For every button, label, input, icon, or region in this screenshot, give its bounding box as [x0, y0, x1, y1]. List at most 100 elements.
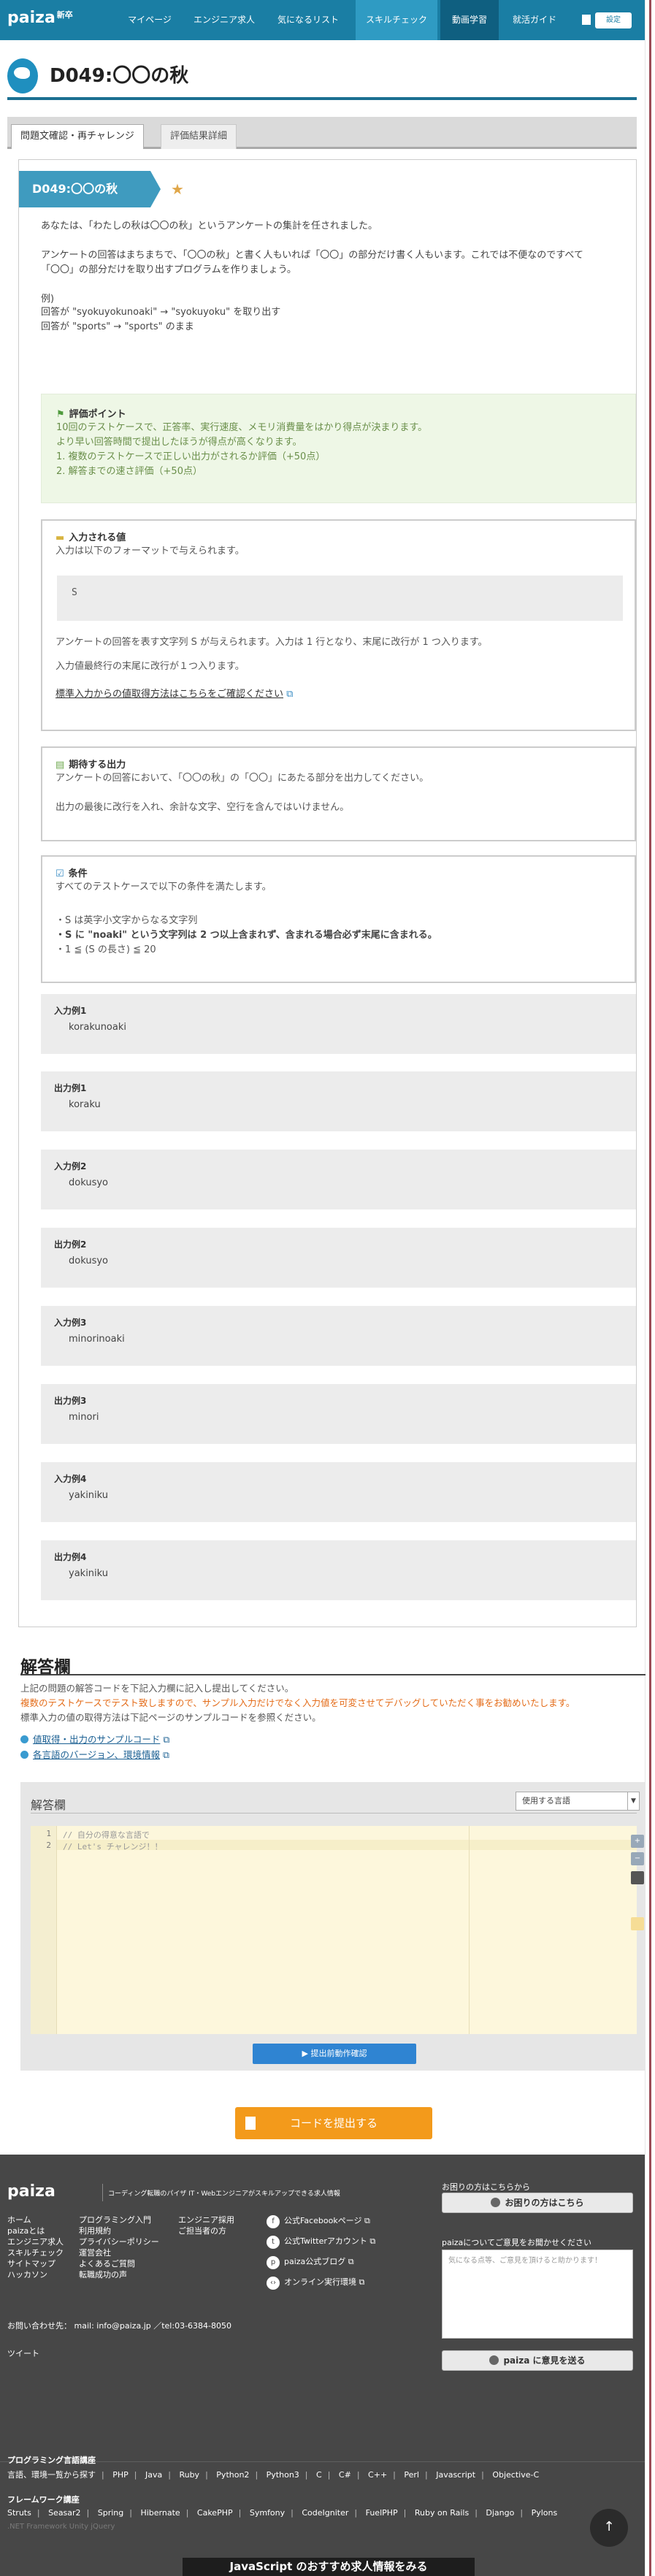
footer-lang-link[interactable]: Python2 — [216, 2470, 249, 2480]
footer-link[interactable]: 運営会社 — [79, 2247, 159, 2258]
code-icon: ‹› — [267, 2277, 280, 2290]
blog-link[interactable]: p paiza公式ブログ ⧉ — [267, 2255, 354, 2269]
stdin-help-link[interactable]: 標準入力からの値取得方法はこちらをご確認ください ⧉ — [55, 687, 293, 702]
footer-fw-link[interactable]: CakePHP — [197, 2508, 233, 2518]
play-icon: ▶ — [302, 2049, 311, 2058]
nav-guide[interactable]: 就活ガイド — [502, 0, 567, 40]
nav-video[interactable]: 動画学習 — [440, 0, 499, 40]
output-doc-icon: ▤ — [55, 760, 65, 771]
twitter-link[interactable]: t 公式Twitterアカウント ⧉ — [267, 2235, 375, 2249]
favorite-star-icon[interactable]: ★ — [171, 180, 184, 198]
help-button[interactable]: お困りの方はこちら — [442, 2193, 633, 2213]
input-title: 入力される値 — [69, 532, 126, 543]
problem-panel: D049:〇〇の秋 ★ あなたは、「わたしの秋は〇〇の秋」というアンケートの集計… — [18, 159, 637, 1627]
footer-fw-link[interactable]: Seasar2 — [48, 2508, 80, 2518]
sample-box: 出力例4 yakiniku — [41, 1540, 636, 1600]
footer-link[interactable]: ハッカソン — [7, 2269, 64, 2280]
footer-lang-link[interactable]: C++ — [368, 2470, 387, 2480]
theme-icon[interactable] — [631, 1871, 644, 1884]
tweet-button[interactable]: ツイート — [7, 2347, 39, 2359]
footer-lang-link[interactable]: Ruby — [179, 2470, 199, 2480]
nav-watchlist[interactable]: 気になるリスト — [266, 0, 351, 40]
framework-links: Struts | Seasar2 | Spring | Hibernate | Cake… — [7, 2508, 558, 2518]
sample-value: minorinoaki — [69, 1334, 125, 1345]
footer-fw-link[interactable]: Hibernate — [140, 2508, 180, 2518]
footer-link[interactable]: paizaとは — [7, 2225, 64, 2236]
nav-mypage[interactable]: マイページ — [117, 0, 183, 40]
sample-value: dokusyo — [69, 1177, 108, 1188]
online-env-link[interactable]: ‹› オンライン実行環境 ⧉ — [267, 2276, 364, 2290]
footer-lang-link[interactable]: 言語、環境一覧から探す — [7, 2470, 96, 2480]
submit-code-button[interactable]: コードを提出する — [235, 2107, 432, 2139]
sample-label: 入力例3 — [54, 1318, 87, 1328]
footer-fw-link[interactable]: FuelPHP — [366, 2508, 398, 2518]
zoom-in-icon[interactable]: + — [631, 1835, 644, 1848]
footer-link[interactable]: プログラミング入門 — [79, 2214, 159, 2225]
footer-fw-link[interactable]: Struts — [7, 2508, 31, 2518]
eval-line-1: 10回のテストケースで、正答率、実行速度、メモリ消費量をはかり得点が決まります。 — [56, 422, 428, 433]
cond-line-1: すべてのテストケースで以下の条件を満たします。 — [55, 882, 272, 893]
footer-link[interactable]: スキルチェック — [7, 2247, 64, 2258]
footer-fw-link[interactable]: Symfony — [250, 2508, 285, 2518]
cond-line-4: ・1 ≦ (S の長さ) ≦ 20 — [55, 944, 156, 955]
footer-fw-link[interactable]: Ruby on Rails — [415, 2508, 469, 2518]
code-editor[interactable]: 1 2 // 自分の得意な言語で // Let's チャレンジ！！ — [31, 1826, 637, 2034]
send-feedback-button[interactable]: paiza に意見を送る — [442, 2350, 633, 2371]
footer-fw-link[interactable]: Spring — [98, 2508, 124, 2518]
footer-link[interactable]: プライバシーポリシー — [79, 2236, 159, 2247]
nav-engineer-jobs[interactable]: エンジニア求人 — [184, 0, 264, 40]
expand-icon[interactable] — [631, 1917, 644, 1930]
footer-link[interactable]: ホーム — [7, 2214, 64, 2225]
tab-eval-result[interactable]: 評価結果詳細 — [161, 124, 237, 149]
code-line: // 自分の得意な言語で — [63, 1830, 150, 1840]
online-env-label: オンライン実行環境 — [284, 2277, 356, 2287]
footer-fw-link[interactable]: Django — [486, 2508, 514, 2518]
footer-link[interactable]: 利用規約 — [79, 2225, 159, 2236]
footer-link[interactable]: よくあるご質問 — [79, 2258, 159, 2269]
editor-panel: 解答欄 使用する言語 ▼ 1 2 // 自分の得意な言語で // Let's チャ… — [20, 1782, 645, 2071]
nav-skillcheck[interactable]: スキルチェック — [356, 0, 437, 40]
blog-icon: p — [267, 2256, 280, 2269]
footer-link[interactable]: 転職成功の声 — [79, 2269, 159, 2280]
tab-bar: 問題文確認・再チャレンジ 評価結果詳細 — [7, 117, 637, 149]
problem-desc-2: 「〇〇」の部分だけを取り出すプログラムを作りましょう。 — [41, 264, 296, 275]
sample-label: 出力例3 — [54, 1396, 87, 1406]
footer-link[interactable]: エンジニア求人 — [7, 2236, 64, 2247]
feedback-textarea[interactable]: 気になる点等、ご意見を頂けると助かります！ — [442, 2250, 633, 2339]
sample-label: 入力例1 — [54, 1006, 87, 1016]
footer-logo[interactable]: paiza — [7, 2182, 55, 2201]
tab-problem[interactable]: 問題文確認・再チャレンジ — [11, 124, 144, 149]
scroll-to-top-button[interactable]: ↑ — [590, 2509, 628, 2547]
input-section: ▬ 入力される値 入力は以下のフォーマットで与えられます。 S アンケートの回答を… — [41, 519, 636, 731]
footer-lang-link[interactable]: PHP — [112, 2470, 129, 2480]
zoom-out-icon[interactable]: − — [631, 1852, 644, 1865]
test-run-button[interactable]: ▶ 提出前動作確認 — [253, 2044, 416, 2064]
footer-lang-link[interactable]: Java — [145, 2470, 162, 2480]
footer-lang-link[interactable]: C — [316, 2470, 322, 2480]
footer-lang-link[interactable]: Perl — [404, 2470, 419, 2480]
job-banner[interactable]: JavaScript のおすすめ求人情報をみる — [183, 2558, 475, 2576]
env-info-link[interactable]: 各言語のバージョン、環境情報 ⧉ — [20, 1747, 169, 1761]
footer-link[interactable]: ご担当者の方 — [178, 2225, 234, 2236]
footer-lang-link[interactable]: C# — [339, 2470, 351, 2480]
footer-fw-link[interactable]: Pylons — [532, 2508, 558, 2518]
footer-fw-link[interactable]: CodeIgniter — [302, 2508, 348, 2518]
checkbox-icon: ☑ — [55, 868, 64, 879]
facebook-icon: f — [267, 2215, 280, 2228]
lang-course-heading: プログラミング言語講座 — [7, 2455, 96, 2465]
footer-lang-link[interactable]: Python3 — [267, 2470, 299, 2480]
settings-button[interactable]: 設定 — [595, 12, 632, 28]
footer-lang-link[interactable]: Javascript — [436, 2470, 475, 2480]
footer-lang-link[interactable]: Objective-C — [492, 2470, 539, 2480]
contact-label: お困りの方はこちらから — [442, 2182, 530, 2192]
site-logo[interactable]: paiza 新卒 — [7, 9, 73, 27]
footer-divider — [0, 2461, 645, 2462]
right-scroll-rail[interactable] — [645, 0, 655, 2576]
language-select[interactable]: 使用する言語 ▼ — [516, 1792, 640, 1811]
notification-icon[interactable] — [582, 15, 591, 25]
footer-link[interactable]: エンジニア採用 — [178, 2214, 234, 2225]
eval-line-4: 2. 解答までの速さ評価（+50点） — [56, 466, 202, 477]
facebook-link[interactable]: f 公式Facebookページ ⧉ — [267, 2214, 370, 2228]
footer-link[interactable]: サイトマップ — [7, 2258, 64, 2269]
sample-code-link[interactable]: 値取得・出力のサンプルコード ⧉ — [20, 1732, 169, 1746]
